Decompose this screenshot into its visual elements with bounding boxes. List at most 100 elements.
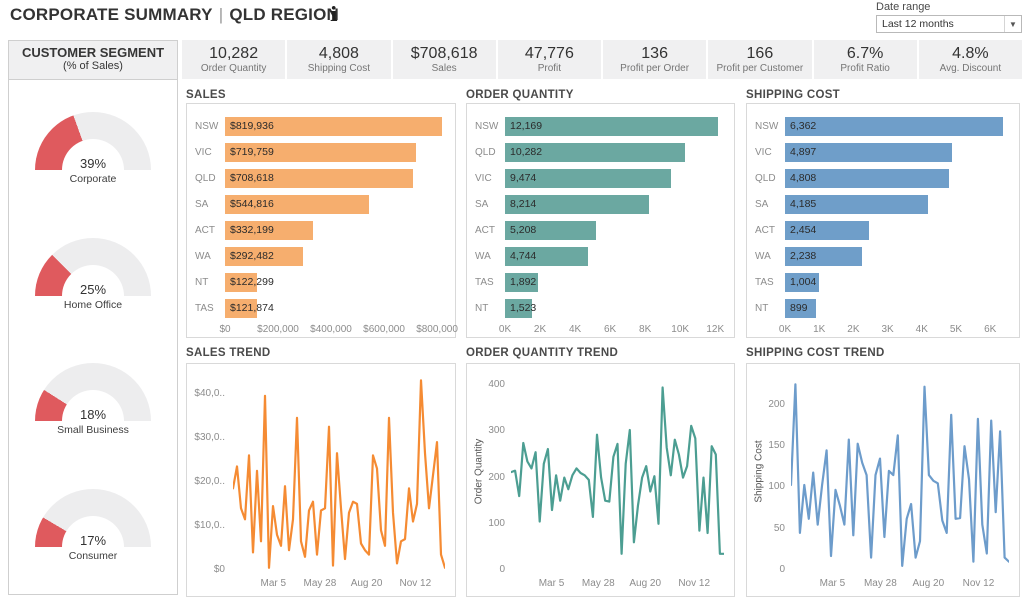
trend-line-plot[interactable] [233, 376, 445, 570]
bar-row: QLD$708,618 [195, 165, 445, 191]
bar-row: NT899 [755, 295, 1009, 321]
x-tick-label: Nov 12 [399, 578, 431, 589]
gauge-value: 18% [35, 407, 151, 421]
y-tick-label: 50 [757, 523, 785, 534]
kpi-profit-per-order: 136 Profit per Order [603, 40, 706, 79]
bar-row: TAS1,892 [475, 269, 724, 295]
x-axis: 0K2K4K6K8K10K12K [505, 321, 724, 341]
bar-value-label: $332,199 [230, 224, 274, 236]
bar-row: QLD4,808 [755, 165, 1009, 191]
title-divider: | [213, 5, 230, 24]
kpi-label: Shipping Cost [308, 63, 370, 75]
bar-track: 899 [785, 299, 1009, 318]
gauge-label: Home Office [35, 299, 151, 311]
gauge-corporate[interactable]: 39% Corporate [35, 112, 151, 185]
bar-track: 2,454 [785, 221, 1009, 240]
bar-category-label: VIC [475, 173, 505, 184]
info-icon[interactable]: i [330, 2, 338, 26]
date-range-select[interactable]: Last 12 months ▼ [876, 15, 1022, 33]
kpi-value: $708,618 [411, 45, 478, 63]
x-tick-label: Mar 5 [260, 578, 286, 589]
bar-category-label: QLD [755, 173, 785, 184]
bar-track: $544,816 [225, 195, 445, 214]
kpi-label: Profit per Order [620, 63, 689, 75]
bar-chart-body: NSW6,362VIC4,897QLD4,808SA4,185ACT2,454W… [747, 104, 1019, 321]
gauge-consumer[interactable]: 17% Consumer [35, 489, 151, 562]
x-tick-label: Aug 20 [351, 578, 383, 589]
kpi-shipping-cost: 4,808 Shipping Cost [287, 40, 390, 79]
shipping-cost-trend-chart: Shipping Cost200150100500Mar 5May 28Aug … [746, 363, 1020, 597]
chart-title-shipping-cost: SHIPPING COST [746, 89, 840, 101]
trend-line-plot[interactable] [791, 376, 1009, 570]
x-tick-label: 2K [847, 324, 859, 335]
y-tick-label: 0 [757, 564, 785, 575]
bar-value-label: 10,282 [510, 146, 542, 158]
x-tick-label: 1K [813, 324, 825, 335]
bar-chart-body: NSW$819,936VIC$719,759QLD$708,618SA$544,… [187, 104, 455, 321]
bar-value-label: 9,474 [510, 172, 536, 184]
y-tick-label: 400 [477, 379, 505, 390]
gauge-small-business[interactable]: 18% Small Business [35, 363, 151, 436]
bar-row: NSW12,169 [475, 113, 724, 139]
bar-category-label: ACT [475, 225, 505, 236]
trend-line[interactable] [233, 380, 445, 567]
trend-line[interactable] [511, 388, 724, 554]
bar-track: $122,299 [225, 273, 445, 292]
kpi-value: 6.7% [847, 45, 883, 63]
chart-title-order-quantity: ORDER QUANTITY [466, 89, 574, 101]
x-tick-label: 4K [916, 324, 928, 335]
x-tick-label: Mar 5 [820, 578, 846, 589]
customer-segment-header: CUSTOMER SEGMENT (% of Sales) [9, 41, 177, 80]
bar-track: 5,208 [505, 221, 724, 240]
sales-bar-chart: NSW$819,936VIC$719,759QLD$708,618SA$544,… [186, 103, 456, 338]
x-tick-label: 6K [984, 324, 996, 335]
bar[interactable] [785, 117, 1003, 136]
bar-category-label: WA [195, 251, 225, 262]
bar-category-label: SA [755, 199, 785, 210]
bar-row: ACT5,208 [475, 217, 724, 243]
bar-row: WA4,744 [475, 243, 724, 269]
bar-track: 4,744 [505, 247, 724, 266]
y-tick-label: $40,0.. [191, 388, 225, 399]
y-tick-label: 0 [477, 564, 505, 575]
bar-value-label: 1,523 [510, 302, 536, 314]
chart-title-sales-trend: SALES TREND [186, 347, 270, 359]
bar-category-label: QLD [475, 147, 505, 158]
trend-line-plot[interactable] [511, 376, 724, 570]
y-tick-label: $20,0.. [191, 476, 225, 487]
x-tick-label: May 28 [864, 578, 897, 589]
gauge-home-office[interactable]: 25% Home Office [35, 238, 151, 311]
chevron-down-icon[interactable]: ▼ [1004, 16, 1021, 32]
bar-category-label: NSW [195, 121, 225, 132]
gauge-value: 17% [35, 533, 151, 547]
kpi-value: 47,776 [525, 45, 574, 63]
bar-value-label: $819,936 [230, 120, 274, 132]
x-tick-label: 4K [569, 324, 581, 335]
trend-line[interactable] [791, 384, 1009, 566]
bar-category-label: NT [195, 277, 225, 288]
bar-row: NT$122,299 [195, 269, 445, 295]
y-tick-label: 150 [757, 440, 785, 451]
bar-value-label: 12,169 [510, 120, 542, 132]
chart-title-order-quantity-trend: ORDER QUANTITY TREND [466, 347, 618, 359]
bar-row: NT1,523 [475, 295, 724, 321]
x-tick-label: Aug 20 [912, 578, 944, 589]
x-tick-label: 3K [881, 324, 893, 335]
shipping-cost-bar-chart: NSW6,362VIC4,897QLD4,808SA4,185ACT2,454W… [746, 103, 1020, 338]
x-tick-label: May 28 [304, 578, 337, 589]
x-tick-label: $0 [219, 324, 230, 335]
x-tick-label: $400,000 [310, 324, 352, 335]
kpi-value: 166 [747, 45, 774, 63]
bar-category-label: TAS [195, 303, 225, 314]
sales-trend-chart: $40,0..$30,0..$20,0..$10,0..$0Mar 5May 2… [186, 363, 456, 597]
page-title-region: QLD REGION [229, 5, 339, 24]
kpi-profit-ratio: 6.7% Profit Ratio [814, 40, 917, 79]
gauge-arc-wrap: 17% [35, 489, 151, 547]
bar-track: $332,199 [225, 221, 445, 240]
y-tick-label: 200 [477, 472, 505, 483]
page-title: CORPORATE SUMMARY|QLD REGION [10, 5, 339, 25]
y-tick-label: $30,0.. [191, 432, 225, 443]
bar-track: $819,936 [225, 117, 445, 136]
bar-row: NSW $819,936 [195, 113, 445, 139]
bar-track: 1,892 [505, 273, 724, 292]
